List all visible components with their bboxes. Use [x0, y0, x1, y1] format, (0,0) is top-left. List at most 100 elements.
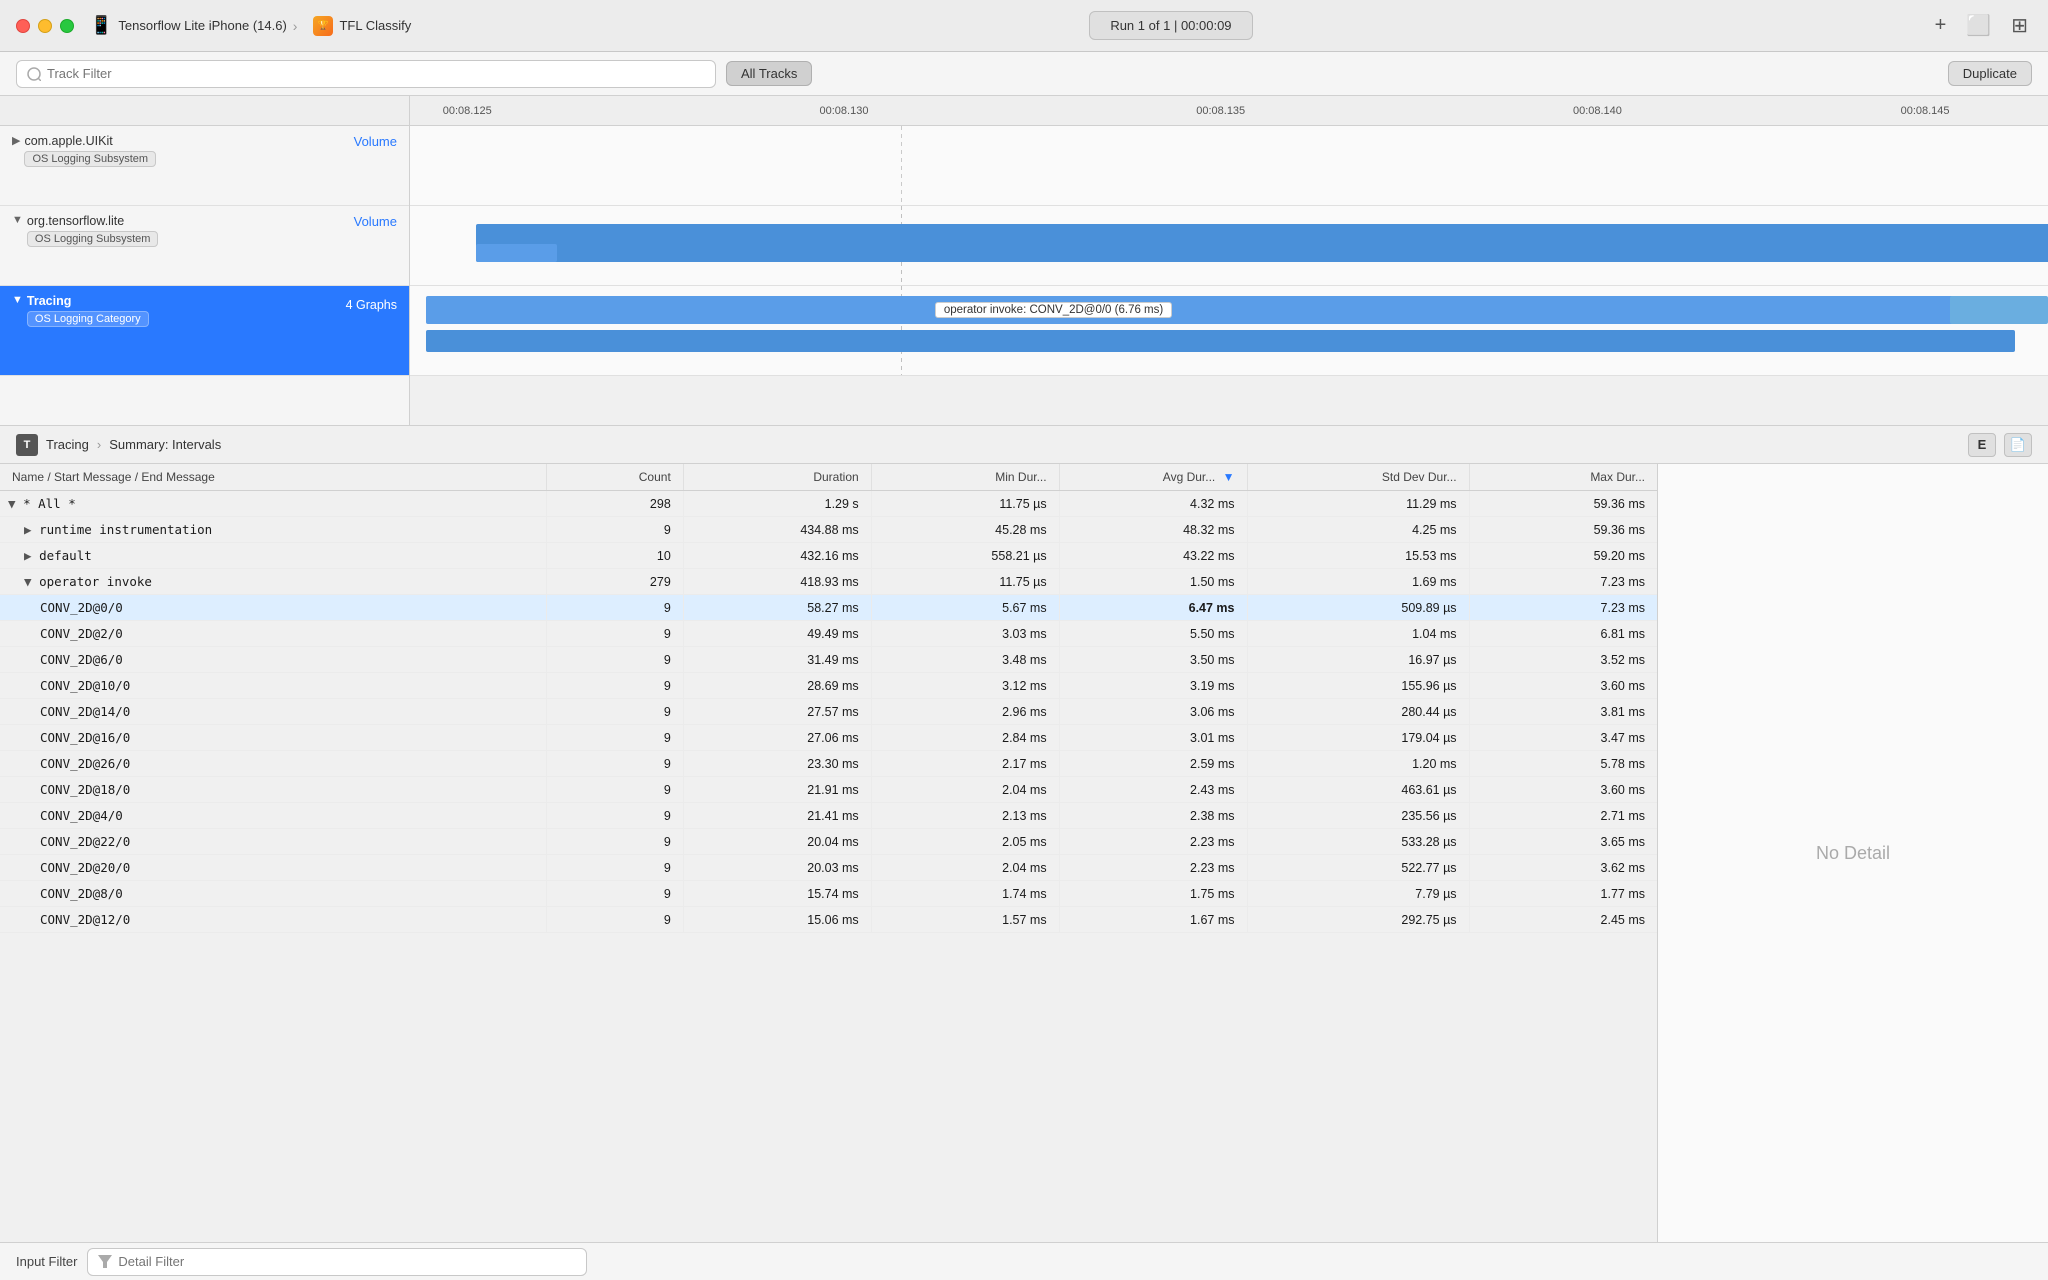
no-detail-text: No Detail	[1816, 843, 1890, 864]
col-std-dev[interactable]: Std Dev Dur...	[1247, 464, 1469, 491]
cell-name: CONV_2D@18/0	[0, 777, 547, 803]
cell-min-dur: 2.17 ms	[871, 751, 1059, 777]
window-button[interactable]: ⬜	[1962, 9, 1995, 42]
cell-min-dur: 5.67 ms	[871, 595, 1059, 621]
track-filter[interactable]	[16, 60, 716, 88]
cell-max-dur: 2.45 ms	[1469, 907, 1657, 933]
breadcrumb-bar: T Tracing › Summary: Intervals E 📄	[0, 426, 2048, 464]
cell-std-dev: 11.29 ms	[1247, 491, 1469, 517]
col-min-dur[interactable]: Min Dur...	[871, 464, 1059, 491]
table-row[interactable]: CONV_2D@0/0 9 58.27 ms 5.67 ms 6.47 ms 5…	[0, 595, 1657, 621]
table-row[interactable]: CONV_2D@2/0 9 49.49 ms 3.03 ms 5.50 ms 1…	[0, 621, 1657, 647]
cell-name: CONV_2D@14/0	[0, 699, 547, 725]
fullscreen-button[interactable]	[60, 19, 74, 33]
col-name[interactable]: Name / Start Message / End Message	[0, 464, 547, 491]
cell-min-dur: 2.96 ms	[871, 699, 1059, 725]
table-row[interactable]: CONV_2D@18/0 9 21.91 ms 2.04 ms 2.43 ms …	[0, 777, 1657, 803]
cell-duration: 27.57 ms	[683, 699, 871, 725]
cell-count: 279	[547, 569, 684, 595]
expand-icon[interactable]: ▶	[24, 548, 39, 563]
uikit-track-viz	[410, 126, 2048, 206]
table-row[interactable]: ▶ runtime instrumentation 9 434.88 ms 45…	[0, 517, 1657, 543]
cell-min-dur: 1.57 ms	[871, 907, 1059, 933]
cell-avg-dur: 3.06 ms	[1059, 699, 1247, 725]
cell-count: 9	[547, 647, 684, 673]
cell-min-dur: 2.05 ms	[871, 829, 1059, 855]
cell-avg-dur: 1.67 ms	[1059, 907, 1247, 933]
table-row[interactable]: CONV_2D@16/0 9 27.06 ms 2.84 ms 3.01 ms …	[0, 725, 1657, 751]
table-row[interactable]: CONV_2D@6/0 9 31.49 ms 3.48 ms 3.50 ms 1…	[0, 647, 1657, 673]
cell-duration: 418.93 ms	[683, 569, 871, 595]
cell-count: 9	[547, 751, 684, 777]
cell-min-dur: 3.03 ms	[871, 621, 1059, 647]
table-row[interactable]: ▶ default 10 432.16 ms 558.21 µs 43.22 m…	[0, 543, 1657, 569]
table-header-row: Name / Start Message / End Message Count…	[0, 464, 1657, 491]
detail-filter-field[interactable]	[118, 1254, 576, 1269]
all-tracks-button[interactable]: All Tracks	[726, 61, 812, 86]
cell-std-dev: 1.69 ms	[1247, 569, 1469, 595]
cell-count: 9	[547, 855, 684, 881]
table-row[interactable]: CONV_2D@12/0 9 15.06 ms 1.57 ms 1.67 ms …	[0, 907, 1657, 933]
close-button[interactable]	[16, 19, 30, 33]
cell-max-dur: 3.62 ms	[1469, 855, 1657, 881]
expand-icon[interactable]: ▶	[24, 522, 39, 537]
table-row[interactable]: ▼ * All * 298 1.29 s 11.75 µs 4.32 ms 11…	[0, 491, 1657, 517]
cell-std-dev: 235.56 µs	[1247, 803, 1469, 829]
add-button[interactable]: +	[1931, 10, 1951, 41]
cell-std-dev: 155.96 µs	[1247, 673, 1469, 699]
breadcrumb-list-btn[interactable]: E	[1968, 433, 1996, 457]
tensorflow-bar-small	[476, 244, 558, 262]
cell-avg-dur: 48.32 ms	[1059, 517, 1247, 543]
table-row[interactable]: CONV_2D@20/0 9 20.03 ms 2.04 ms 2.23 ms …	[0, 855, 1657, 881]
timeline-ruler: 00:08.125 00:08.130 00:08.135 00:08.140 …	[410, 96, 2048, 126]
cell-std-dev: 463.61 µs	[1247, 777, 1469, 803]
table-row[interactable]: CONV_2D@14/0 9 27.57 ms 2.96 ms 3.06 ms …	[0, 699, 1657, 725]
tracing-expand-btn[interactable]: ▼	[12, 294, 27, 306]
track-filter-input[interactable]	[47, 66, 705, 81]
table-row[interactable]: CONV_2D@8/0 9 15.74 ms 1.74 ms 1.75 ms 7…	[0, 881, 1657, 907]
cell-avg-dur: 5.50 ms	[1059, 621, 1247, 647]
cell-max-dur: 3.52 ms	[1469, 647, 1657, 673]
input-filter-label: Input Filter	[16, 1254, 77, 1269]
main-content: Name / Start Message / End Message Count…	[0, 464, 2048, 1242]
col-max-dur[interactable]: Max Dur...	[1469, 464, 1657, 491]
bottom-bar: Input Filter	[0, 1242, 2048, 1280]
duplicate-button[interactable]: Duplicate	[1948, 61, 2032, 86]
col-duration[interactable]: Duration	[683, 464, 871, 491]
cell-avg-dur: 4.32 ms	[1059, 491, 1247, 517]
ruler-mark-4: 00:08.145	[1901, 105, 1950, 117]
col-avg-dur[interactable]: Avg Dur... ▼	[1059, 464, 1247, 491]
operator-bar-right	[1950, 296, 2048, 324]
cell-duration: 23.30 ms	[683, 751, 871, 777]
titlebar: 📱 Tensorflow Lite iPhone (14.6) › 🏆 TFL …	[0, 0, 2048, 52]
intervals-table[interactable]: Name / Start Message / End Message Count…	[0, 464, 1658, 1242]
cell-std-dev: 15.53 ms	[1247, 543, 1469, 569]
uikit-expand-btn[interactable]: ▶	[12, 134, 24, 147]
table-row[interactable]: CONV_2D@26/0 9 23.30 ms 2.17 ms 2.59 ms …	[0, 751, 1657, 777]
cell-std-dev: 280.44 µs	[1247, 699, 1469, 725]
tensorflow-expand-btn[interactable]: ▼	[12, 214, 27, 226]
minimize-button[interactable]	[38, 19, 52, 33]
breadcrumb-doc-btn[interactable]: 📄	[2004, 433, 2032, 457]
expand-icon[interactable]: ▼	[8, 496, 23, 511]
expand-icon[interactable]: ▼	[24, 574, 39, 589]
table-row[interactable]: CONV_2D@4/0 9 21.41 ms 2.13 ms 2.38 ms 2…	[0, 803, 1657, 829]
ruler-mark-0: 00:08.125	[443, 105, 492, 117]
col-count[interactable]: Count	[547, 464, 684, 491]
tracing-icon: T	[16, 434, 38, 456]
cell-std-dev: 1.04 ms	[1247, 621, 1469, 647]
table-row[interactable]: CONV_2D@22/0 9 20.04 ms 2.05 ms 2.23 ms …	[0, 829, 1657, 855]
operator-label: operator invoke: CONV_2D@0/0 (6.76 ms)	[935, 302, 1172, 318]
cell-max-dur: 1.77 ms	[1469, 881, 1657, 907]
cell-count: 9	[547, 829, 684, 855]
cell-name: ▼ * All *	[0, 491, 547, 517]
table-row[interactable]: CONV_2D@10/0 9 28.69 ms 3.12 ms 3.19 ms …	[0, 673, 1657, 699]
cell-min-dur: 45.28 ms	[871, 517, 1059, 543]
detail-filter-input[interactable]	[87, 1248, 587, 1276]
breadcrumb-parent[interactable]: Tracing	[46, 437, 89, 452]
layout-button[interactable]: ⊞	[2007, 9, 2032, 42]
cell-max-dur: 3.60 ms	[1469, 673, 1657, 699]
cell-max-dur: 5.78 ms	[1469, 751, 1657, 777]
table-row[interactable]: ▼ operator invoke 279 418.93 ms 11.75 µs…	[0, 569, 1657, 595]
cell-count: 9	[547, 907, 684, 933]
